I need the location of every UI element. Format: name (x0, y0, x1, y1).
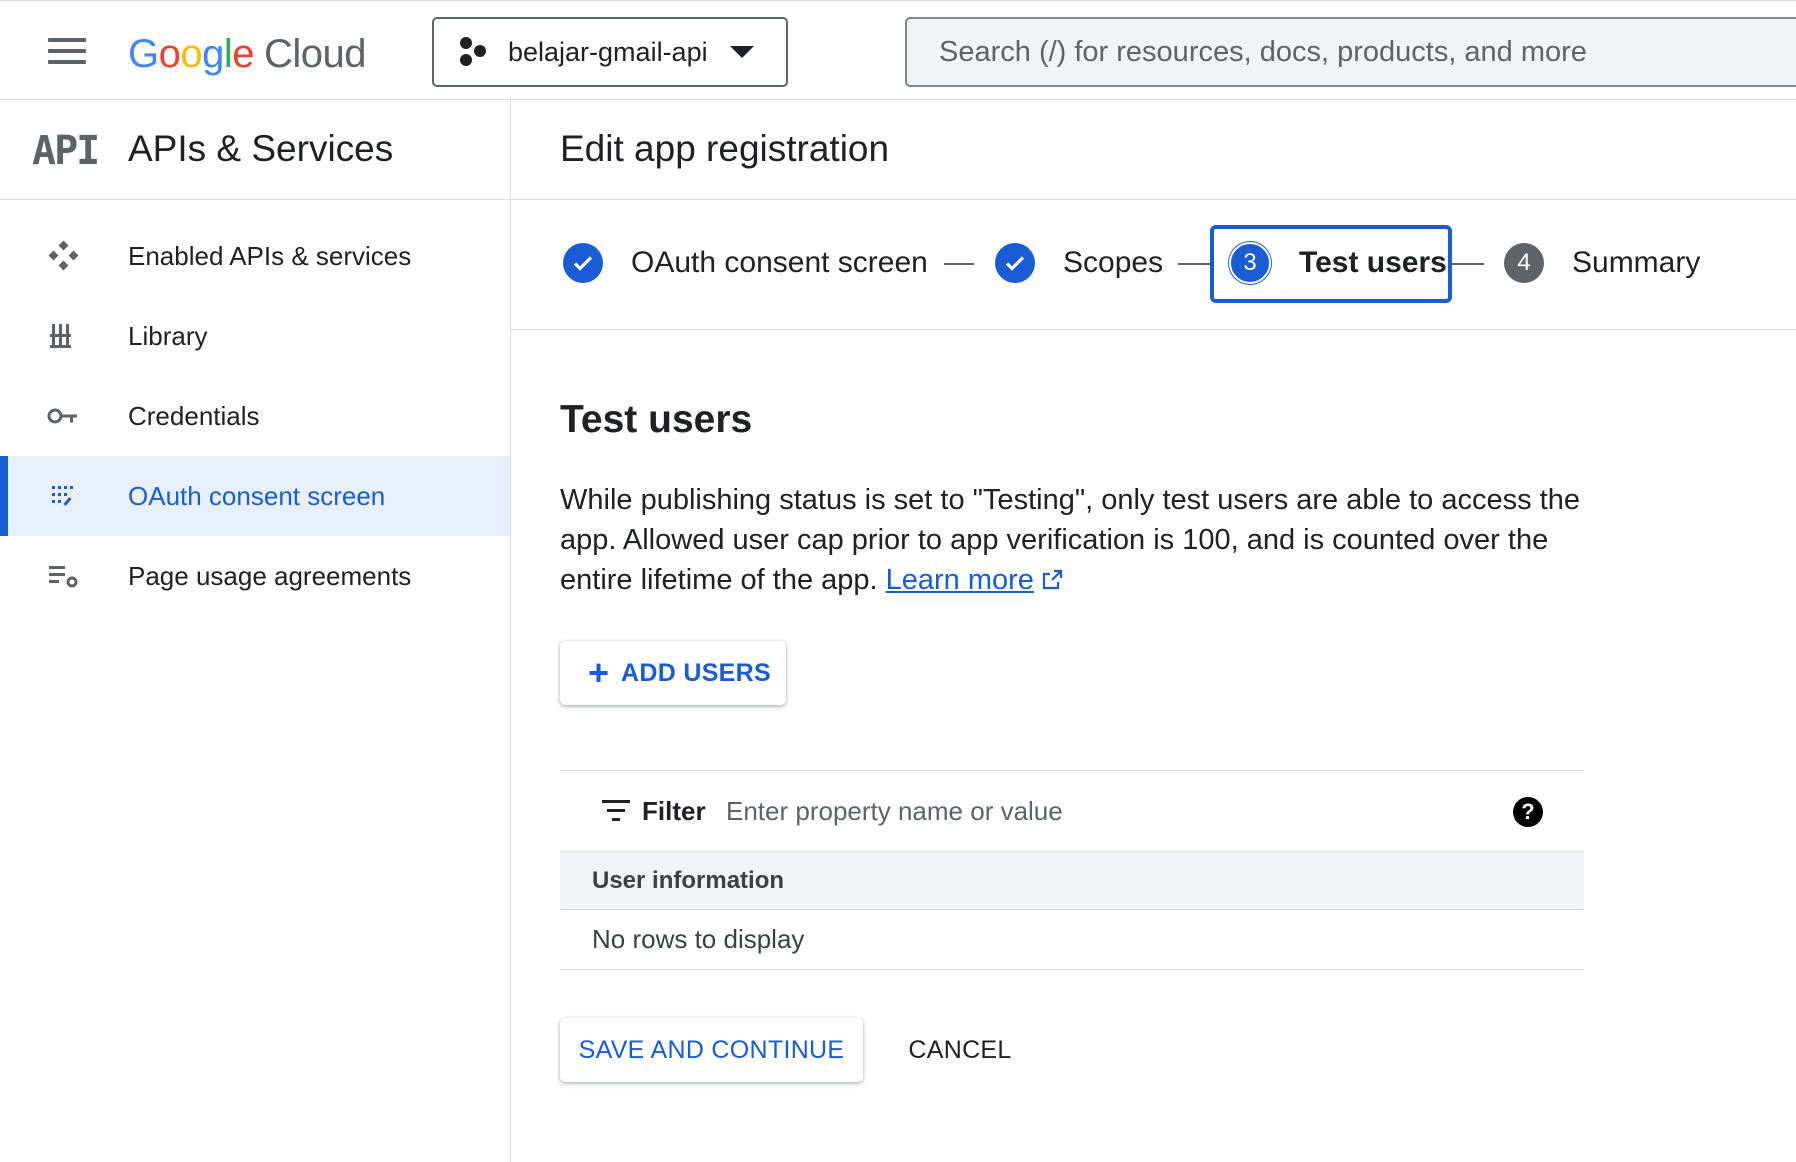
step-summary[interactable]: 4 Summary (1504, 228, 1700, 298)
filter-icon (602, 800, 630, 822)
library-icon (50, 324, 71, 348)
step-connector (1452, 263, 1484, 265)
sidebar-item-label: Enabled APIs & services (128, 240, 412, 271)
search-placeholder: Search (/) for resources, docs, products… (939, 35, 1587, 68)
cancel-button[interactable]: CANCEL (890, 1018, 1030, 1082)
filter-bar (560, 770, 1584, 852)
step-label: OAuth consent screen (631, 246, 928, 279)
step-number: 4 (1504, 243, 1544, 283)
oauth-consent-icon (52, 486, 73, 506)
plus-icon: + (588, 652, 610, 693)
section-title: Test users (560, 398, 753, 441)
sidebar-item-label: Credentials (128, 400, 260, 431)
save-and-continue-button[interactable]: SAVE AND CONTINUE (560, 1018, 863, 1082)
filter-label: Filter (642, 796, 706, 826)
step-connector (944, 263, 974, 265)
google-cloud-logo[interactable]: Google Cloud (128, 26, 367, 82)
empty-message: No rows to display (592, 924, 805, 954)
filter-input[interactable]: Enter property name or value (726, 796, 1063, 827)
table-empty-row: No rows to display (560, 910, 1584, 970)
usage-agreements-icon (49, 566, 78, 588)
step-label: Scopes (1063, 246, 1164, 279)
main-menu-button[interactable] (36, 28, 100, 80)
project-name: belajar-gmail-api (508, 36, 708, 67)
hamburger-icon (48, 38, 86, 42)
sidebar-item-page-usage[interactable]: Page usage agreements (0, 536, 510, 616)
help-icon[interactable]: ? (1513, 797, 1543, 827)
project-icon (460, 37, 490, 67)
key-icon (47, 408, 77, 424)
sidebar-item-label: OAuth consent screen (128, 480, 386, 511)
check-icon (995, 243, 1035, 283)
step-label: Test users (1299, 246, 1447, 279)
sidebar-title: APIs & Services (128, 128, 394, 169)
step-scopes[interactable]: Scopes (995, 228, 1163, 298)
step-connector (1178, 263, 1210, 265)
sidebar-item-oauth-consent[interactable]: OAuth consent screen (0, 456, 510, 536)
step-oauth-consent[interactable]: OAuth consent screen (563, 228, 928, 298)
sidebar-item-enabled-apis[interactable]: Enabled APIs & services (0, 216, 510, 296)
step-label: Summary (1572, 246, 1701, 279)
add-users-button[interactable]: + ADD USERS (560, 641, 786, 705)
description: While publishing status is set to "Testi… (560, 484, 1580, 596)
table-header: User information (560, 852, 1584, 910)
sidebar-item-library[interactable]: Library (0, 296, 510, 376)
sidebar-item-label: Library (128, 320, 208, 351)
external-link-icon (1042, 569, 1063, 590)
learn-more-link[interactable]: Learn more (886, 564, 1034, 596)
api-logo-icon: API (32, 128, 100, 174)
check-icon (563, 243, 603, 283)
step-test-users[interactable]: 3 Test users (1229, 228, 1447, 298)
step-number: 3 (1229, 242, 1271, 284)
sidebar-item-credentials[interactable]: Credentials (0, 376, 510, 456)
search-input[interactable]: Search (/) for resources, docs, products… (905, 17, 1796, 87)
project-selector[interactable]: belajar-gmail-api (432, 17, 788, 87)
enabled-apis-icon (48, 240, 79, 271)
caret-down-icon (729, 46, 754, 58)
sidebar-item-label: Page usage agreements (128, 560, 412, 591)
column-header-user-information[interactable]: User information (592, 867, 784, 895)
page-title: Edit app registration (560, 128, 890, 169)
